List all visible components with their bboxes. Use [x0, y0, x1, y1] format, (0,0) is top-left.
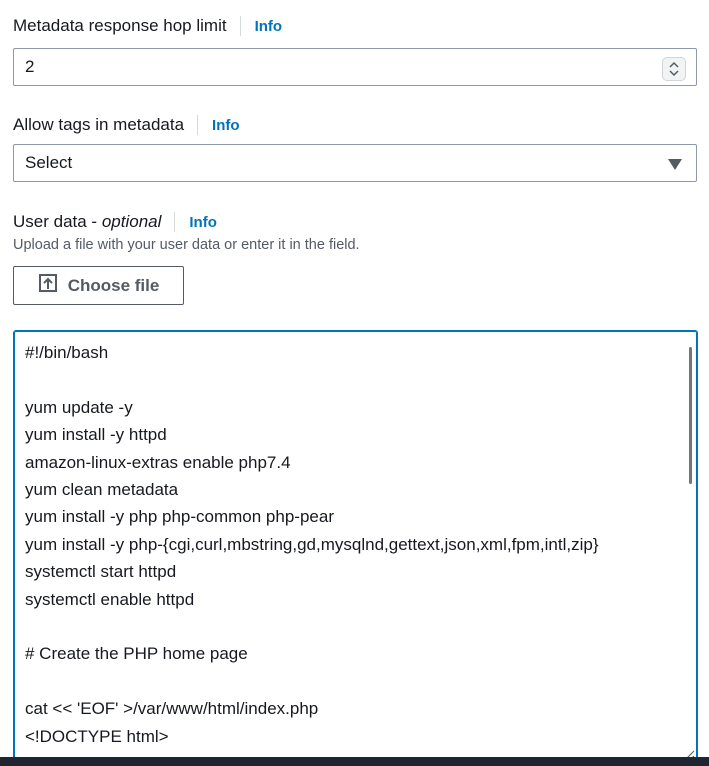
user-data-label-row: User data - optional Info	[13, 212, 217, 232]
hop-limit-label-row: Metadata response hop limit Info	[13, 16, 282, 36]
label-divider	[197, 115, 199, 135]
hop-limit-value: 2	[25, 57, 35, 76]
user-data-optional: optional	[101, 212, 162, 231]
hop-limit-info-link[interactable]: Info	[255, 18, 283, 35]
hop-limit-label: Metadata response hop limit	[13, 16, 227, 35]
hop-limit-input[interactable]: 2	[13, 48, 697, 86]
scrollbar-thumb[interactable]	[689, 347, 692, 484]
user-data-label: User data - optional	[13, 212, 161, 232]
bottom-bar	[0, 757, 709, 766]
tags-label: Allow tags in metadata	[13, 115, 185, 134]
choose-file-button[interactable]: Choose file	[13, 266, 184, 305]
tags-select-value: Select	[25, 153, 73, 172]
tags-label-row: Allow tags in metadata Info	[13, 115, 240, 135]
stepper-icon[interactable]	[662, 57, 686, 81]
tags-select[interactable]: Select	[13, 144, 697, 182]
user-data-label-text: User data -	[13, 212, 98, 231]
user-data-info-link[interactable]: Info	[189, 214, 217, 231]
choose-file-label: Choose file	[67, 275, 160, 295]
tags-info-link[interactable]: Info	[212, 117, 240, 134]
user-data-textarea[interactable]: #!/bin/bash yum update -y yum install -y…	[13, 330, 698, 766]
label-divider	[174, 212, 176, 232]
user-data-content: #!/bin/bash yum update -y yum install -y…	[25, 343, 599, 746]
upload-icon	[38, 273, 58, 298]
label-divider	[239, 16, 241, 36]
user-data-description: Upload a file with your user data or ent…	[13, 237, 360, 253]
dropdown-caret-icon	[668, 159, 682, 170]
